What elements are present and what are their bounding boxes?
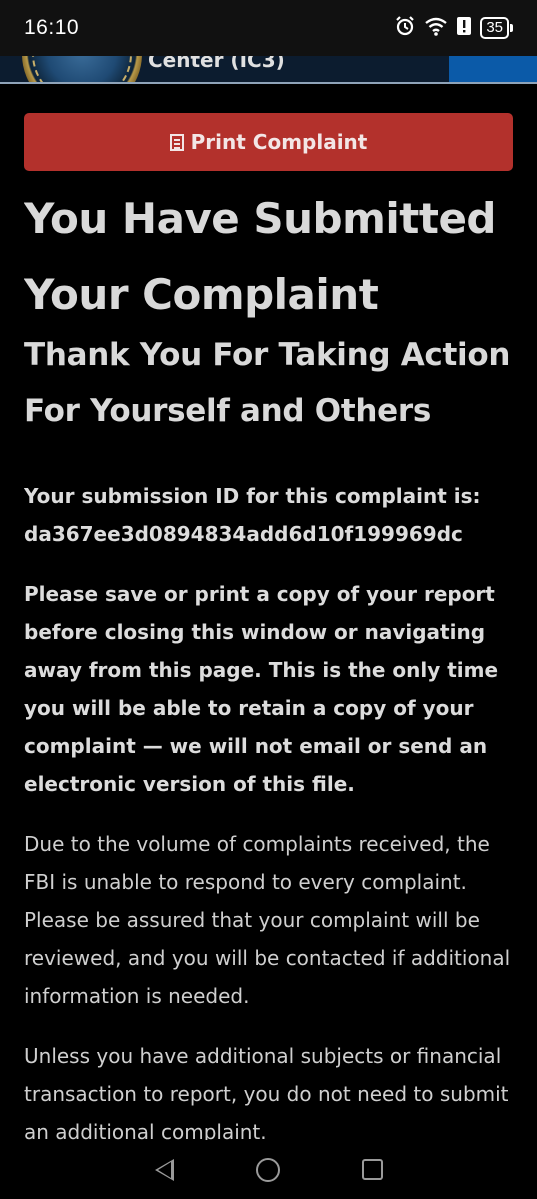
battery-indicator: 35: [480, 17, 513, 39]
header-title[interactable]: Center (IC3): [148, 56, 285, 72]
back-icon[interactable]: [154, 1158, 174, 1181]
print-button-label: Print Complaint: [190, 130, 368, 154]
status-time: 16:10: [24, 16, 80, 39]
recents-icon[interactable]: [361, 1159, 383, 1180]
response-notice-text: Due to the volume of complaints received…: [24, 832, 511, 1008]
wifi-icon: [424, 16, 448, 40]
home-icon[interactable]: [255, 1157, 280, 1182]
page-title: You Have Submitted Your Complaint: [24, 194, 497, 319]
print-complaint-button[interactable]: Print Complaint: [24, 113, 513, 171]
submission-id-label: Your submission ID for this complaint is…: [24, 484, 481, 508]
additional-complaint-text: Unless you have additional subjects or f…: [24, 1044, 509, 1140]
page-subtitle: Thank You For Taking Action For Yourself…: [24, 337, 511, 429]
print-icon: [169, 133, 184, 151]
submission-id-value: da367ee3d0894834add6d10f199969dc: [24, 522, 463, 546]
alert-icon: [456, 16, 472, 40]
system-nav-bar: [0, 1140, 537, 1199]
site-header: Center (IC3): [0, 56, 537, 84]
submission-id-block: Your submission ID for this complaint is…: [24, 477, 513, 553]
alarm-icon: [394, 15, 416, 41]
status-bar: 16:10 35: [0, 0, 537, 56]
battery-tip: [510, 24, 513, 32]
battery-level: 35: [480, 17, 509, 39]
header-accent-bar: [449, 56, 537, 82]
ic3-seal-logo[interactable]: [22, 56, 142, 82]
save-warning-text: Please save or print a copy of your repo…: [24, 582, 499, 796]
status-icons: 35: [394, 15, 513, 41]
seal-ring: [32, 56, 132, 82]
main-content: Print Complaint You Have Submitted Your …: [24, 84, 513, 1140]
